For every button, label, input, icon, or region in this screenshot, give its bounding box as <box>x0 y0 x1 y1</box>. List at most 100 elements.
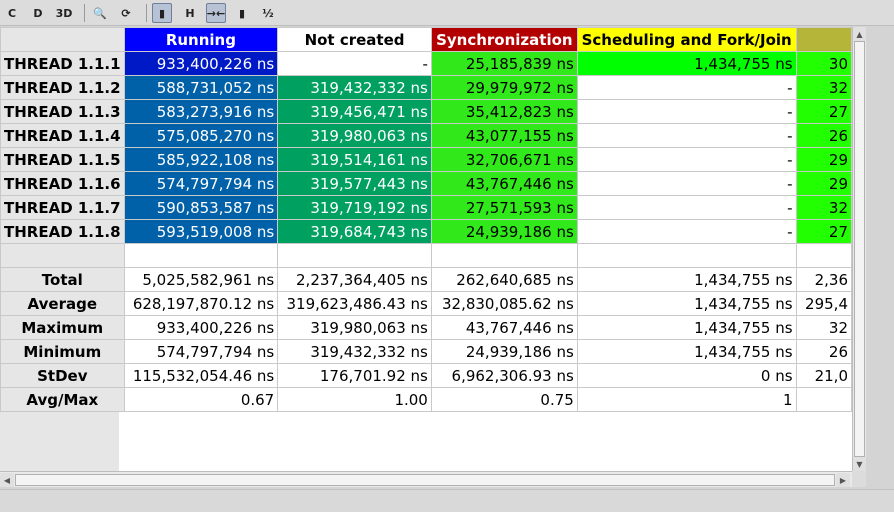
table-cell[interactable]: - <box>576 219 797 244</box>
histogram-table-view: Running Not created Synchronization Schedul… <box>0 27 852 471</box>
toolbar-separator <box>146 4 147 22</box>
table-cell[interactable]: - <box>576 99 797 124</box>
table-cell[interactable]: 26 <box>795 123 852 148</box>
table-cell[interactable]: 27 <box>795 219 852 244</box>
stat-cell: 628,197,870.12 ns <box>123 291 279 316</box>
stat-cell: 1,434,755 ns <box>576 315 797 340</box>
magnifier-icon[interactable]: 🔍 <box>90 3 110 23</box>
table-cell[interactable]: 574,797,794 ns <box>123 171 279 196</box>
hide-empty-cols-icon[interactable]: →← <box>206 3 226 23</box>
table-cell[interactable]: - <box>576 171 797 196</box>
stat-cell: 26 <box>795 339 852 364</box>
3d-icon[interactable]: 3D <box>54 3 74 23</box>
table-cell[interactable]: - <box>277 51 432 76</box>
table-cell[interactable]: 43,077,155 ns <box>430 123 578 148</box>
row-header[interactable]: THREAD 1.1.6 <box>0 171 125 196</box>
table-row: THREAD 1.1.4 575,085,270 ns 319,980,063 ns… <box>0 123 852 148</box>
row-header[interactable]: THREAD 1.1.5 <box>0 147 125 172</box>
scroll-down-arrow-icon[interactable]: ▼ <box>853 457 866 471</box>
stat-cell: 1,434,755 ns <box>576 339 797 364</box>
row-header[interactable]: THREAD 1.1.8 <box>0 219 125 244</box>
zoom-cycle-icon[interactable]: ⟳ <box>116 3 136 23</box>
table-cell[interactable]: 32,706,671 ns <box>430 147 578 172</box>
stat-cell <box>795 387 852 412</box>
table-cell[interactable]: 29,979,972 ns <box>430 75 578 100</box>
table-cell[interactable]: 933,400,226 ns <box>123 51 279 76</box>
table-cell[interactable]: - <box>576 195 797 220</box>
table-cell[interactable]: - <box>576 123 797 148</box>
column-header[interactable]: Running <box>123 27 279 52</box>
row-header[interactable]: THREAD 1.1.1 <box>0 51 125 76</box>
column-header[interactable]: Synchronization <box>430 27 578 52</box>
stat-cell: 0 ns <box>576 363 797 388</box>
scrollbar-corner <box>852 471 866 487</box>
fraction-icon[interactable]: ½ <box>258 3 278 23</box>
table-cell[interactable]: 319,980,063 ns <box>277 123 432 148</box>
table-cell[interactable]: 319,514,161 ns <box>277 147 432 172</box>
stat-cell: 6,962,306.93 ns <box>430 363 578 388</box>
table-cell[interactable]: 575,085,270 ns <box>123 123 279 148</box>
table-corner-cell <box>0 27 125 52</box>
table-cell[interactable]: 585,922,108 ns <box>123 147 279 172</box>
stat-row-header: Avg/Max <box>0 387 125 412</box>
table-cell[interactable]: 35,412,823 ns <box>430 99 578 124</box>
table-cell[interactable]: - <box>576 75 797 100</box>
stat-row: Minimum 574,797,794 ns 319,432,332 ns 24,93… <box>0 339 852 364</box>
row-header[interactable]: THREAD 1.1.7 <box>0 195 125 220</box>
table-cell[interactable]: 319,684,743 ns <box>277 219 432 244</box>
separator-row <box>0 243 852 268</box>
table-cell[interactable]: 319,456,471 ns <box>277 99 432 124</box>
eye-c-icon[interactable]: C <box>2 3 22 23</box>
vertical-scroll-thumb[interactable] <box>854 41 865 457</box>
scroll-left-arrow-icon[interactable]: ◀ <box>0 473 14 487</box>
row-header[interactable]: THREAD 1.1.4 <box>0 123 125 148</box>
stat-cell: 0.67 <box>123 387 279 412</box>
eye-d-icon[interactable]: D <box>28 3 48 23</box>
stat-cell: 32 <box>795 315 852 340</box>
row-header[interactable]: THREAD 1.1.2 <box>0 75 125 100</box>
horizontal-scroll-thumb[interactable] <box>15 474 835 486</box>
table-cell[interactable]: 593,519,008 ns <box>123 219 279 244</box>
stat-cell: 32,830,085.62 ns <box>430 291 578 316</box>
gradient-color-icon[interactable]: ▮ <box>152 3 172 23</box>
vertical-scrollbar[interactable]: ▲ ▼ <box>852 27 866 471</box>
table-cell[interactable]: 29 <box>795 147 852 172</box>
table-cell[interactable]: 43,767,446 ns <box>430 171 578 196</box>
stat-cell: 43,767,446 ns <box>430 315 578 340</box>
table-row: THREAD 1.1.3 583,273,916 ns 319,456,471 ns… <box>0 99 852 124</box>
table-cell[interactable]: 25,185,839 ns <box>430 51 578 76</box>
horizontal-scrollbar[interactable]: ◀ ▶ <box>0 471 852 487</box>
semantic-colors-icon[interactable]: ▮ <box>232 3 252 23</box>
table-cell[interactable]: 588,731,052 ns <box>123 75 279 100</box>
scroll-up-arrow-icon[interactable]: ▲ <box>853 27 866 41</box>
horizontal-icon[interactable]: H <box>180 3 200 23</box>
table-cell[interactable]: 1,434,755 ns <box>576 51 797 76</box>
table-cell[interactable]: 32 <box>795 75 852 100</box>
table-cell[interactable]: 583,273,916 ns <box>123 99 279 124</box>
stat-row: StDev 115,532,054.46 ns 176,701.92 ns 6,962… <box>0 363 852 388</box>
table-cell[interactable]: 30 <box>795 51 852 76</box>
stat-row-header: Maximum <box>0 315 125 340</box>
stat-row-header: Average <box>0 291 125 316</box>
table-cell[interactable]: 27 <box>795 99 852 124</box>
column-header[interactable]: Scheduling and Fork/Join <box>576 27 797 52</box>
table-cell[interactable]: 32 <box>795 195 852 220</box>
table-row: THREAD 1.1.1 933,400,226 ns -25,185,839 ns… <box>0 51 852 76</box>
column-header[interactable] <box>795 27 852 52</box>
stat-cell: 2,36 <box>795 267 852 292</box>
row-header[interactable]: THREAD 1.1.3 <box>0 99 125 124</box>
table-row: THREAD 1.1.2 588,731,052 ns 319,432,332 ns… <box>0 75 852 100</box>
stat-cell: 933,400,226 ns <box>123 315 279 340</box>
table-cell[interactable]: 319,432,332 ns <box>277 75 432 100</box>
empty-cell <box>576 243 797 268</box>
table-cell[interactable]: 27,571,593 ns <box>430 195 578 220</box>
table-cell[interactable]: 319,577,443 ns <box>277 171 432 196</box>
toolbar: C D 3D 🔍 ⟳ ▮ H →← ▮ ½ <box>0 0 894 26</box>
table-cell[interactable]: - <box>576 147 797 172</box>
table-cell[interactable]: 29 <box>795 171 852 196</box>
table-cell[interactable]: 590,853,587 ns <box>123 195 279 220</box>
column-header[interactable]: Not created <box>277 27 432 52</box>
table-cell[interactable]: 24,939,186 ns <box>430 219 578 244</box>
table-cell[interactable]: 319,719,192 ns <box>277 195 432 220</box>
scroll-right-arrow-icon[interactable]: ▶ <box>836 473 850 487</box>
